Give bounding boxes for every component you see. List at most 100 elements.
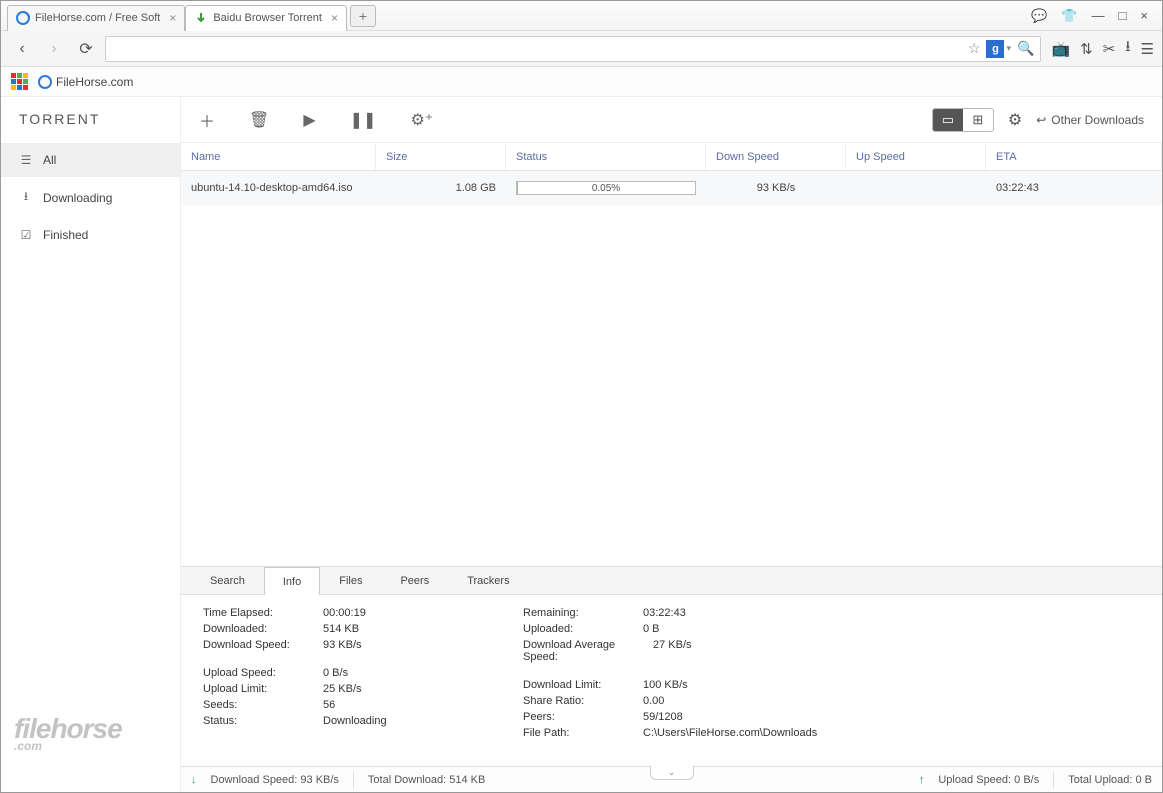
status-total-ul: Total Upload: 0 B bbox=[1068, 774, 1152, 786]
menu-icon[interactable]: ☰ bbox=[1141, 40, 1154, 58]
list-icon: ☰ bbox=[19, 153, 33, 167]
window-controls: 💬 👕 — □ × bbox=[1031, 8, 1162, 24]
filehorse-favicon-icon bbox=[16, 11, 30, 25]
info-value: 59/1208 bbox=[643, 711, 783, 723]
download-icon[interactable]: ⭳ bbox=[1125, 36, 1130, 61]
transfer-icon[interactable]: ⇅ bbox=[1080, 40, 1093, 58]
url-input[interactable] bbox=[112, 42, 962, 56]
table-body: ubuntu-14.10-desktop-amd64.iso 1.08 GB 0… bbox=[181, 171, 1162, 566]
download-arrow-icon: ⭳ bbox=[19, 187, 33, 208]
table-header: Name Size Status Down Speed Up Speed ETA bbox=[181, 143, 1162, 171]
cell-eta: 03:22:43 bbox=[986, 182, 1162, 194]
info-label: Download Limit: bbox=[523, 679, 643, 691]
search-engine-badge[interactable]: g bbox=[986, 40, 1004, 58]
col-name[interactable]: Name bbox=[181, 143, 376, 170]
options-button[interactable]: ⚙⁺ bbox=[410, 110, 433, 130]
info-value: Downloading bbox=[323, 715, 463, 727]
info-col-right: Remaining:03:22:43 Uploaded:0 B Download… bbox=[523, 607, 903, 754]
detail-tab-info[interactable]: Info bbox=[264, 567, 320, 595]
sidebar-item-all[interactable]: ☰ All bbox=[1, 143, 180, 177]
other-downloads-label: Other Downloads bbox=[1051, 113, 1144, 127]
sidebar-item-label: Finished bbox=[43, 228, 88, 242]
bookmark-label: FileHorse.com bbox=[56, 75, 133, 89]
play-button[interactable]: ▶ bbox=[303, 110, 315, 130]
info-label: Uploaded: bbox=[523, 623, 643, 635]
cell-size: 1.08 GB bbox=[376, 182, 506, 194]
tabs-strip: FileHorse.com / Free Soft × Baidu Browse… bbox=[1, 1, 1031, 30]
info-label: Remaining: bbox=[523, 607, 643, 619]
col-up[interactable]: Up Speed bbox=[846, 143, 986, 170]
detail-tab-search[interactable]: Search bbox=[191, 567, 264, 594]
sidebar-item-downloading[interactable]: ⭳ Downloading bbox=[1, 177, 180, 218]
status-total-dl: Total Download: 514 KB bbox=[368, 774, 485, 786]
apps-grid-icon[interactable] bbox=[11, 73, 28, 90]
detail-tabs: Search Info Files Peers Trackers bbox=[181, 567, 1162, 595]
tab-close-icon[interactable]: × bbox=[331, 11, 338, 25]
info-label: Downloaded: bbox=[203, 623, 323, 635]
status-ul-speed: Upload Speed: 0 B/s bbox=[938, 774, 1039, 786]
reload-button[interactable]: ⟳ bbox=[73, 37, 99, 61]
back-button[interactable]: ‹ bbox=[9, 37, 35, 61]
tab-baidu-torrent[interactable]: Baidu Browser Torrent × bbox=[185, 5, 347, 31]
detail-tab-peers[interactable]: Peers bbox=[381, 567, 448, 594]
info-value: 514 KB bbox=[323, 623, 463, 635]
cell-name: ubuntu-14.10-desktop-amd64.iso bbox=[181, 182, 376, 194]
sidebar-item-label: Downloading bbox=[43, 191, 112, 205]
view-list-icon[interactable]: ▭ bbox=[933, 109, 963, 131]
bookmark-star-icon[interactable]: ☆ bbox=[968, 40, 981, 57]
other-downloads-link[interactable]: ↩ Other Downloads bbox=[1036, 113, 1144, 127]
view-toggle[interactable]: ▭ ⊞ bbox=[932, 108, 994, 132]
col-status[interactable]: Status bbox=[506, 143, 706, 170]
add-torrent-button[interactable]: ＋ bbox=[199, 108, 215, 132]
bookmark-filehorse[interactable]: FileHorse.com bbox=[38, 75, 133, 89]
info-value: 00:00:19 bbox=[323, 607, 463, 619]
progress-fill bbox=[517, 182, 518, 194]
info-value: 0 B/s bbox=[323, 667, 463, 679]
addressbar: ‹ › ⟳ ☆ g ▾ 🔍 📺 ⇅ ✂ ⭳ ☰ bbox=[1, 31, 1162, 67]
settings-icon[interactable]: ⚙ bbox=[1008, 110, 1022, 130]
up-arrow-icon: ↑ bbox=[919, 774, 925, 786]
tab-filehorse[interactable]: FileHorse.com / Free Soft × bbox=[7, 5, 185, 31]
forward-button[interactable]: › bbox=[41, 37, 67, 61]
info-value: 03:22:43 bbox=[643, 607, 783, 619]
info-value: 100 KB/s bbox=[643, 679, 783, 691]
pause-button[interactable]: ❚❚ bbox=[350, 110, 377, 130]
collapse-chevron-icon[interactable]: ⌄ bbox=[650, 766, 694, 780]
info-label: File Path: bbox=[523, 727, 643, 739]
titlebar: FileHorse.com / Free Soft × Baidu Browse… bbox=[1, 1, 1162, 31]
reply-arrow-icon: ↩ bbox=[1036, 113, 1046, 127]
url-box[interactable]: ☆ g ▾ 🔍 bbox=[105, 36, 1041, 62]
col-size[interactable]: Size bbox=[376, 143, 506, 170]
info-value: C:\Users\FileHorse.com\Downloads bbox=[643, 727, 903, 739]
detail-tab-trackers[interactable]: Trackers bbox=[448, 567, 528, 594]
col-eta[interactable]: ETA bbox=[986, 143, 1162, 170]
info-label: Download Average Speed: bbox=[523, 639, 653, 663]
new-tab-button[interactable]: + bbox=[350, 5, 376, 27]
statusbar: ⌄ ↓ Download Speed: 93 KB/s Total Downlo… bbox=[181, 766, 1162, 792]
view-grid-icon[interactable]: ⊞ bbox=[963, 109, 993, 131]
sidebar-item-label: All bbox=[43, 153, 56, 167]
delete-button[interactable]: 🗑 bbox=[249, 110, 269, 130]
skin-icon[interactable]: 👕 bbox=[1061, 8, 1077, 24]
media-download-icon[interactable]: 📺 bbox=[1051, 40, 1070, 58]
maximize-button[interactable]: □ bbox=[1119, 8, 1127, 24]
close-button[interactable]: × bbox=[1140, 8, 1148, 24]
search-icon[interactable]: 🔍 bbox=[1017, 40, 1034, 57]
main-panel: ＋ 🗑 ▶ ❚❚ ⚙⁺ ▭ ⊞ ⚙ ↩ Other Downloads bbox=[181, 97, 1162, 792]
sidebar-title: TORRENT bbox=[1, 97, 180, 146]
progress-bar: 0.05% bbox=[516, 181, 696, 195]
detail-tab-files[interactable]: Files bbox=[320, 567, 381, 594]
chevron-down-icon[interactable]: ▾ bbox=[1006, 43, 1011, 54]
cell-down: 93 KB/s bbox=[706, 182, 846, 194]
info-label: Upload Speed: bbox=[203, 667, 323, 679]
table-row[interactable]: ubuntu-14.10-desktop-amd64.iso 1.08 GB 0… bbox=[181, 171, 1162, 205]
tab-label: Baidu Browser Torrent bbox=[213, 12, 322, 24]
comment-icon[interactable]: 💬 bbox=[1031, 8, 1047, 24]
sidebar-item-finished[interactable]: ☑ Finished bbox=[1, 218, 180, 252]
minimize-button[interactable]: — bbox=[1092, 8, 1105, 24]
status-dl-speed: Download Speed: 93 KB/s bbox=[211, 774, 339, 786]
detail-panel: Search Info Files Peers Trackers Time El… bbox=[181, 566, 1162, 766]
col-down[interactable]: Down Speed bbox=[706, 143, 846, 170]
tab-close-icon[interactable]: × bbox=[169, 11, 176, 25]
scissors-icon[interactable]: ✂ bbox=[1103, 40, 1116, 58]
